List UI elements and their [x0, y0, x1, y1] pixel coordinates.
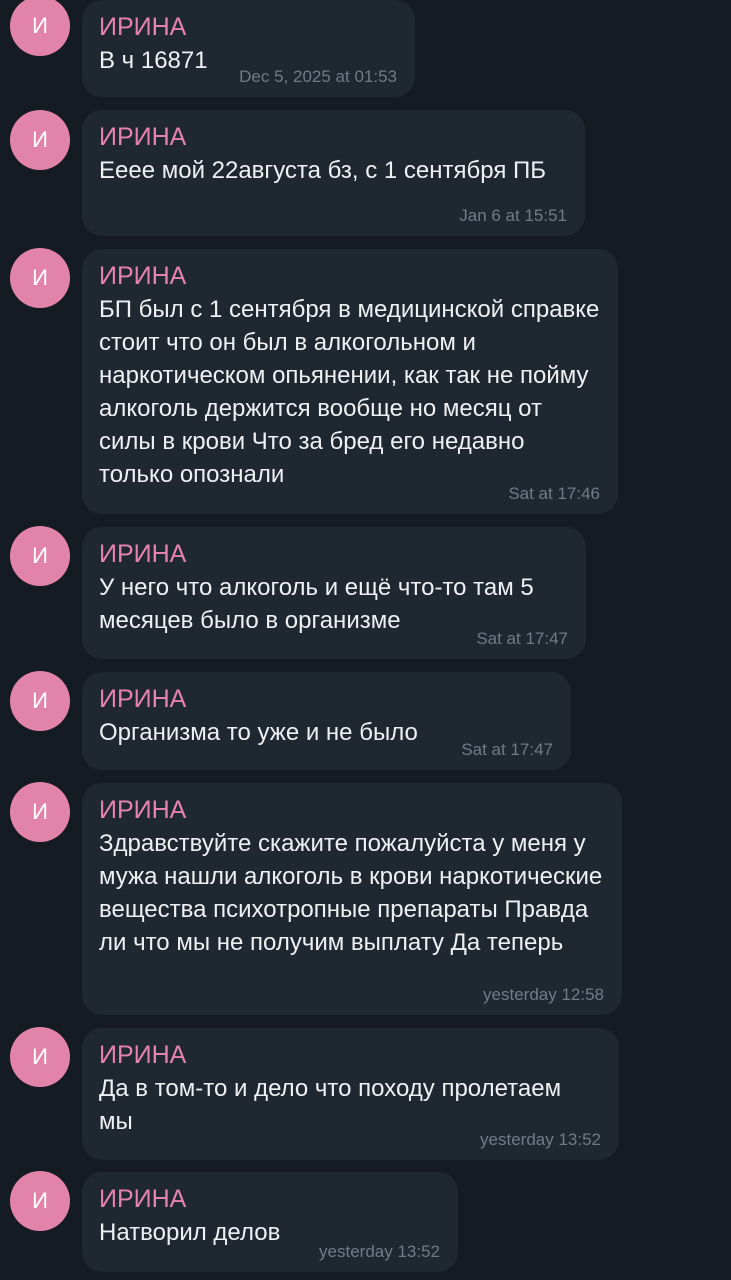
sender-name[interactable]: ИРИНА — [99, 12, 397, 42]
message-timestamp: yesterday 12:58 — [483, 985, 604, 1004]
avatar[interactable]: И — [10, 0, 70, 56]
avatar[interactable]: И — [10, 671, 70, 731]
avatar[interactable]: И — [10, 1027, 70, 1087]
avatar-letter: И — [32, 1044, 48, 1069]
message-bubble[interactable]: ИРИНА Натворил делов yesterday 13:52 — [82, 1172, 458, 1272]
message-text: Здравствуйте скажите пожалуйста у меня у… — [99, 830, 603, 956]
message-timestamp: Sat at 17:47 — [461, 740, 553, 759]
sender-name[interactable]: ИРИНА — [99, 1184, 440, 1214]
message-bubble[interactable]: ИРИНА Да в том-то и дело что походу прол… — [82, 1028, 619, 1160]
avatar-letter: И — [32, 265, 48, 290]
avatar-letter: И — [32, 127, 48, 152]
avatar[interactable]: И — [10, 1171, 70, 1231]
avatar-letter: И — [32, 1188, 48, 1213]
message-bubble[interactable]: ИРИНА Здравствуйте скажите пожалуйста у … — [82, 783, 622, 1015]
sender-name[interactable]: ИРИНА — [99, 122, 567, 152]
avatar[interactable]: И — [10, 248, 70, 308]
avatar-letter: И — [32, 543, 48, 568]
message-text: Да в том-то и дело что походу пролетаем … — [99, 1075, 562, 1135]
avatar[interactable]: И — [10, 526, 70, 586]
message-timestamp: yesterday 13:52 — [319, 1242, 440, 1261]
message-timestamp: Sat at 17:47 — [476, 629, 568, 648]
message-timestamp: Sat at 17:46 — [508, 484, 600, 503]
avatar[interactable]: И — [10, 782, 70, 842]
sender-name[interactable]: ИРИНА — [99, 795, 604, 825]
message-timestamp: yesterday 13:52 — [480, 1130, 601, 1149]
message-timestamp: Jan 6 at 15:51 — [459, 206, 567, 225]
sender-name[interactable]: ИРИНА — [99, 261, 600, 291]
message-timestamp: Dec 5, 2025 at 01:53 — [239, 67, 397, 86]
sender-name[interactable]: ИРИНА — [99, 684, 553, 714]
message-bubble[interactable]: ИРИНА У него что алкоголь и ещё что-то т… — [82, 527, 586, 659]
message-bubble[interactable]: ИРИНА Организма то уже и не было Sat at … — [82, 672, 571, 770]
message-text: У него что алкоголь и ещё что-то там 5 м… — [99, 574, 534, 634]
sender-name[interactable]: ИРИНА — [99, 539, 568, 569]
message-bubble[interactable]: ИРИНА БП был с 1 сентября в медицинской … — [82, 249, 618, 514]
avatar[interactable]: И — [10, 110, 70, 170]
avatar-letter: И — [32, 13, 48, 38]
message-bubble[interactable]: ИРИНА Ееее мой 22августа бз, с 1 сентябр… — [82, 110, 585, 236]
avatar-letter: И — [32, 799, 48, 824]
message-text: БП был с 1 сентября в медицинской справк… — [99, 296, 600, 488]
sender-name[interactable]: ИРИНА — [99, 1040, 601, 1070]
message-text: Ееее мой 22августа бз, с 1 сентября ПБ — [99, 157, 546, 184]
message-bubble[interactable]: ИРИНА В ч 16871 Dec 5, 2025 at 01:53 — [82, 0, 415, 97]
avatar-letter: И — [32, 688, 48, 713]
